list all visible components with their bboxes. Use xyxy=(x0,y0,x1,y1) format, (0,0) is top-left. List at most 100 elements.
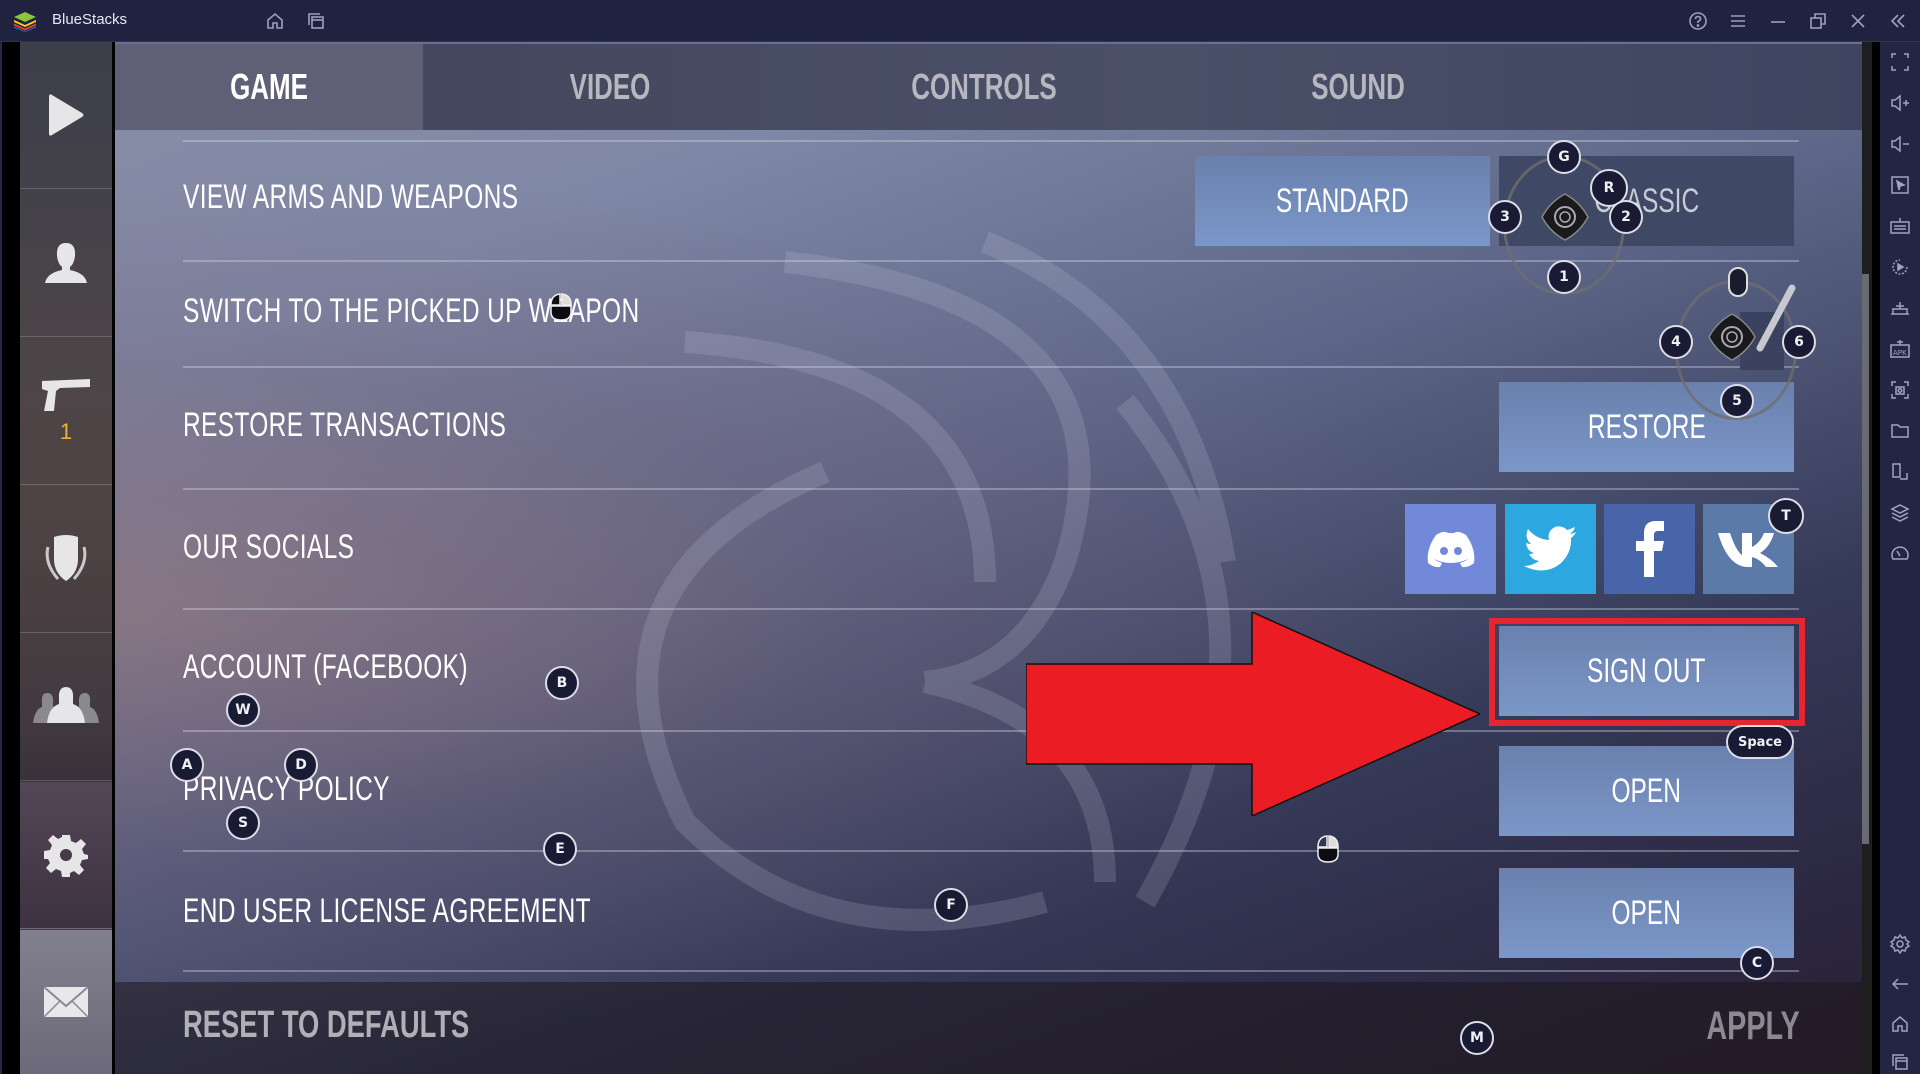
key-A[interactable]: A xyxy=(170,748,204,782)
collapse-sidebar-icon[interactable] xyxy=(1886,9,1910,33)
restore-icon[interactable] xyxy=(1806,9,1830,33)
divider xyxy=(183,366,1799,368)
layers-icon[interactable] xyxy=(1888,501,1912,525)
friends-icon xyxy=(33,687,99,723)
title-bar: BlueStacks xyxy=(0,0,1920,42)
side-item-settings[interactable] xyxy=(20,782,112,929)
close-icon[interactable] xyxy=(1846,9,1870,33)
discord-button[interactable] xyxy=(1405,504,1496,594)
gear-icon xyxy=(44,835,88,877)
game-side-nav: 1 xyxy=(20,42,112,1074)
mouse-click-icon[interactable] xyxy=(549,292,573,322)
game-viewport: 1 GAME VIDEO CONTROLS SOUND VIEW ARMS AN… xyxy=(0,42,1880,1074)
multi-instance-icon[interactable] xyxy=(304,9,328,33)
key-1[interactable]: 1 xyxy=(1547,260,1581,294)
home-icon[interactable] xyxy=(263,9,287,33)
discord-icon xyxy=(1427,531,1474,568)
android-home-icon[interactable] xyxy=(1888,1012,1912,1036)
key-D[interactable]: D xyxy=(284,748,318,782)
volume-up-icon[interactable] xyxy=(1888,91,1912,115)
menu-icon[interactable] xyxy=(1726,9,1750,33)
side-item-weapons[interactable]: 1 xyxy=(20,338,112,485)
side-item-profile[interactable] xyxy=(20,190,112,337)
pistol-icon xyxy=(42,379,90,411)
key-3[interactable]: 3 xyxy=(1488,200,1522,234)
key-6[interactable]: 6 xyxy=(1782,325,1816,359)
eula-open-button[interactable]: OPEN xyxy=(1499,868,1794,958)
vk-icon xyxy=(1717,533,1778,567)
facebook-button[interactable] xyxy=(1604,504,1695,594)
account-facebook-label: ACCOUNT (FACEBOOK) xyxy=(183,648,468,686)
key-W[interactable]: W xyxy=(226,693,260,727)
privacy-open-label: OPEN xyxy=(1611,771,1682,810)
back-icon[interactable] xyxy=(1888,972,1912,996)
side-item-friends[interactable] xyxy=(20,634,112,781)
key-4[interactable]: 4 xyxy=(1659,325,1693,359)
restore-transactions-label: RESTORE TRANSACTIONS xyxy=(183,406,507,444)
side-item-clan[interactable] xyxy=(20,486,112,633)
key-F[interactable]: F xyxy=(934,888,968,922)
key-S[interactable]: S xyxy=(226,806,260,840)
twitter-icon xyxy=(1523,526,1576,571)
svg-text:APK: APK xyxy=(1893,349,1907,357)
divider xyxy=(183,488,1799,490)
volume-down-icon[interactable] xyxy=(1888,132,1912,156)
bluestacks-right-toolbar: APK xyxy=(1880,42,1920,1074)
help-icon[interactable] xyxy=(1686,9,1710,33)
reset-defaults-button[interactable]: RESET TO DEFAULTS xyxy=(183,1004,469,1047)
our-socials-label: OUR SOCIALS xyxy=(183,528,355,566)
key-space[interactable]: Space xyxy=(1726,725,1794,759)
key-G[interactable]: G xyxy=(1547,140,1581,174)
pointer-icon[interactable] xyxy=(1888,173,1912,197)
settings-footer: RESET TO DEFAULTS APPLY xyxy=(115,982,1862,1074)
divider xyxy=(183,730,1799,732)
sign-out-highlight-box xyxy=(1489,618,1805,726)
keyboard-icon[interactable] xyxy=(1888,214,1912,238)
install-apk-bundle-icon[interactable] xyxy=(1888,296,1912,320)
standard-option-button[interactable]: STANDARD xyxy=(1195,156,1490,246)
divider xyxy=(183,608,1799,610)
tab-controls[interactable]: CONTROLS xyxy=(849,44,1118,130)
key-2[interactable]: 2 xyxy=(1609,200,1643,234)
facebook-icon xyxy=(1635,521,1664,577)
settings-icon[interactable] xyxy=(1888,932,1912,956)
minimize-icon[interactable] xyxy=(1766,9,1790,33)
scrollbar-thumb[interactable] xyxy=(1862,274,1869,844)
bluestacks-logo-icon xyxy=(14,12,36,32)
phoenix-watermark-icon xyxy=(636,231,1236,931)
rotate-icon[interactable] xyxy=(1888,460,1912,484)
play-icon xyxy=(49,94,84,136)
mouse-click-icon[interactable] xyxy=(1316,834,1340,864)
dpad-joystick-icon[interactable] xyxy=(1540,192,1590,242)
key-5[interactable]: 5 xyxy=(1720,384,1754,418)
key-M[interactable]: M xyxy=(1460,1021,1494,1055)
macro-icon[interactable] xyxy=(1888,255,1912,279)
privacy-policy-label: PRIVACY POLICY xyxy=(183,770,390,808)
apply-button[interactable]: APPLY xyxy=(1707,1004,1800,1049)
view-arms-label: VIEW ARMS AND WEAPONS xyxy=(183,178,519,216)
app-title: BlueStacks xyxy=(52,11,128,28)
tab-game[interactable]: GAME xyxy=(158,44,380,130)
eco-mode-icon[interactable] xyxy=(1888,542,1912,566)
tab-video[interactable]: VIDEO xyxy=(475,44,744,130)
screenshot-icon[interactable] xyxy=(1888,378,1912,402)
apk-icon[interactable]: APK xyxy=(1888,337,1912,361)
weapons-badge: 1 xyxy=(59,419,73,444)
side-item-mail[interactable] xyxy=(20,930,112,1074)
key-E[interactable]: E xyxy=(543,832,577,866)
folder-icon[interactable] xyxy=(1888,419,1912,443)
key-T[interactable]: T xyxy=(1768,498,1804,534)
key-B[interactable]: B xyxy=(545,666,579,700)
side-item-play[interactable] xyxy=(20,42,112,189)
left-border xyxy=(0,42,20,1074)
profile-icon xyxy=(45,243,87,283)
twitter-button[interactable] xyxy=(1505,504,1596,594)
recent-apps-icon[interactable] xyxy=(1888,1050,1912,1074)
tab-sound[interactable]: SOUND xyxy=(1223,44,1492,130)
privacy-open-button[interactable]: OPEN xyxy=(1499,746,1794,836)
mail-icon xyxy=(43,986,89,1018)
eula-open-label: OPEN xyxy=(1611,893,1682,932)
key-C[interactable]: C xyxy=(1740,946,1774,980)
fullscreen-icon[interactable] xyxy=(1888,50,1912,74)
restore-label: RESTORE xyxy=(1587,407,1706,446)
